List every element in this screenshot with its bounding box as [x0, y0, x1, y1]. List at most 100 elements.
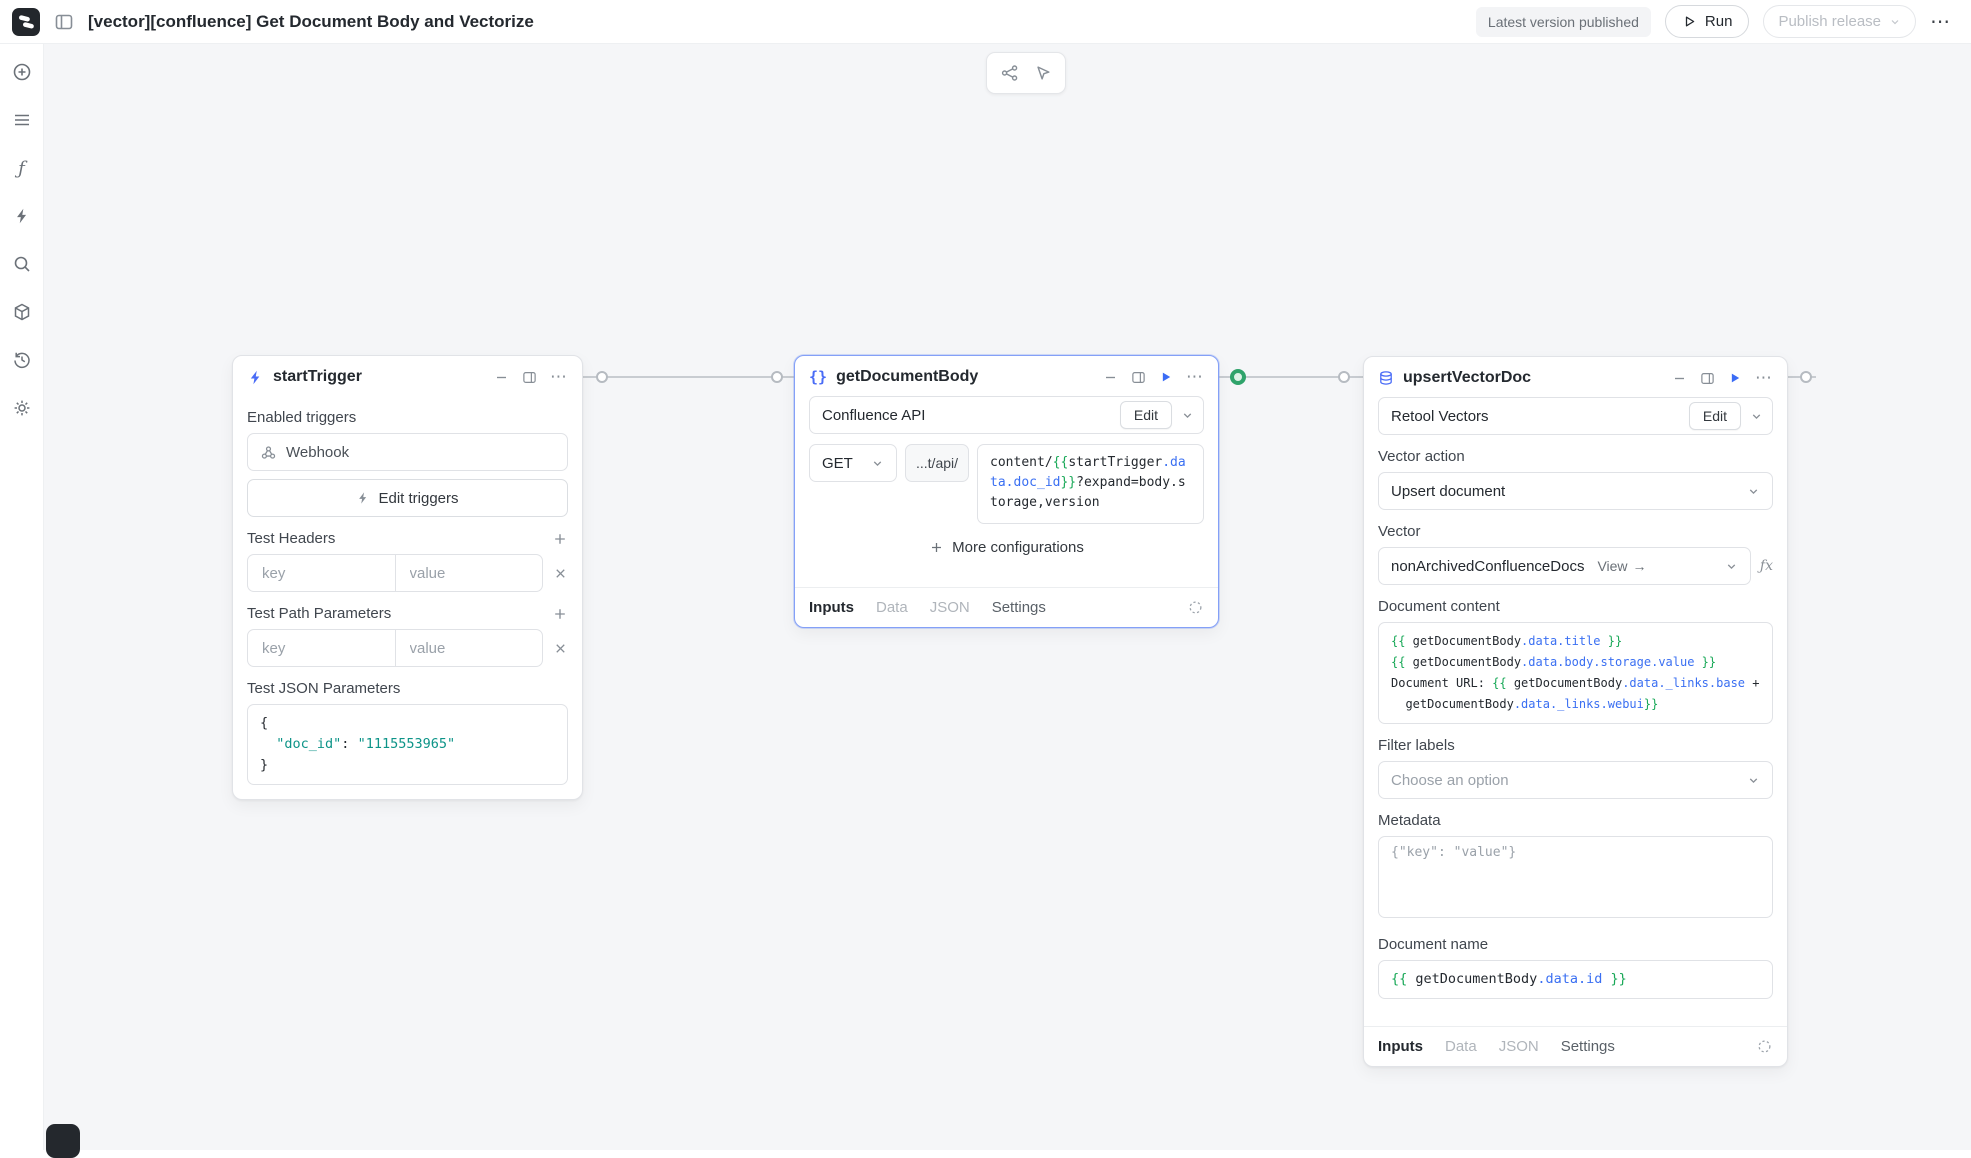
- chevron-down-icon: [871, 457, 884, 470]
- edit-triggers-button[interactable]: Edit triggers: [247, 479, 568, 517]
- topbar-more-icon[interactable]: ⋯: [1930, 9, 1951, 34]
- vector-action-select[interactable]: Upsert document: [1378, 472, 1773, 510]
- node-header[interactable]: {} getDocumentBody ⋯: [795, 356, 1218, 396]
- webhook-trigger-row[interactable]: Webhook: [247, 433, 568, 471]
- edit-resource-button[interactable]: Edit: [1120, 401, 1172, 429]
- open-panel-icon[interactable]: [1131, 370, 1146, 385]
- triggers-icon[interactable]: [10, 204, 34, 228]
- publish-release-button[interactable]: Publish release: [1763, 5, 1916, 38]
- node-header[interactable]: upsertVectorDoc ⋯: [1364, 357, 1787, 397]
- tab-json[interactable]: JSON: [930, 599, 970, 616]
- blocks-icon[interactable]: [10, 300, 34, 324]
- test-json-params-label: Test JSON Parameters: [247, 680, 568, 697]
- resource-select[interactable]: Retool Vectors Edit: [1378, 397, 1773, 435]
- node-more-icon[interactable]: ⋯: [1186, 367, 1204, 387]
- workflow-title: [vector][confluence] Get Document Body a…: [88, 12, 534, 32]
- test-json-editor[interactable]: { "doc_id": "1115553965"}: [247, 704, 568, 785]
- refresh-icon[interactable]: [1756, 1038, 1773, 1055]
- node-header[interactable]: startTrigger ⋯: [233, 356, 582, 396]
- tab-data[interactable]: Data: [1445, 1038, 1477, 1055]
- collapse-node-icon[interactable]: [494, 370, 509, 385]
- path-value-input[interactable]: [408, 639, 531, 658]
- open-panel-icon[interactable]: [522, 370, 537, 385]
- functions-icon[interactable]: ƒ: [10, 156, 34, 180]
- add-block-icon[interactable]: [10, 60, 34, 84]
- webhook-icon: [260, 444, 277, 461]
- document-content-label: Document content: [1378, 598, 1773, 615]
- chevron-down-icon: [1889, 16, 1901, 28]
- open-panel-icon[interactable]: [1700, 371, 1715, 386]
- workflow-canvas[interactable]: startTrigger ⋯ Enabled triggers Webhook …: [44, 44, 1971, 1150]
- tab-settings[interactable]: Settings: [992, 599, 1046, 616]
- document-name-label: Document name: [1378, 936, 1773, 953]
- edge-startTrigger-getDocumentBody[interactable]: [583, 376, 794, 378]
- port-getDocumentBody-success[interactable]: [1230, 369, 1246, 385]
- method-select[interactable]: GET: [809, 444, 897, 482]
- history-icon[interactable]: [10, 348, 34, 372]
- tab-data[interactable]: Data: [876, 599, 908, 616]
- add-path-param-icon[interactable]: [552, 606, 568, 622]
- vector-select[interactable]: nonArchivedConfluenceDocs View →: [1378, 547, 1751, 585]
- metadata-input[interactable]: [1378, 836, 1773, 918]
- retool-logo[interactable]: [12, 8, 40, 36]
- search-icon[interactable]: [10, 252, 34, 276]
- chevron-down-icon[interactable]: [1181, 409, 1194, 422]
- port-upsertVectorDoc-out[interactable]: [1800, 371, 1812, 383]
- test-path-param-row: [247, 629, 568, 667]
- version-badge: Latest version published: [1476, 7, 1651, 37]
- settings-icon[interactable]: [10, 396, 34, 420]
- node-title: upsertVectorDoc: [1403, 369, 1531, 387]
- workflow-tool-icon[interactable]: [1000, 63, 1020, 83]
- filter-labels-select[interactable]: Choose an option: [1378, 761, 1773, 799]
- tab-inputs[interactable]: Inputs: [1378, 1038, 1423, 1055]
- node-more-icon[interactable]: ⋯: [1755, 368, 1773, 388]
- menu-icon[interactable]: [10, 108, 34, 132]
- vectors-icon: [1378, 370, 1394, 386]
- run-node-icon[interactable]: [1159, 370, 1173, 384]
- tab-inputs[interactable]: Inputs: [809, 599, 854, 616]
- run-button[interactable]: Run: [1665, 5, 1750, 38]
- metadata-label: Metadata: [1378, 812, 1773, 829]
- vector-view-link[interactable]: View →: [1597, 558, 1646, 574]
- vector-action-label: Vector action: [1378, 448, 1773, 465]
- run-node-icon[interactable]: [1728, 371, 1742, 385]
- chevron-down-icon[interactable]: [1750, 410, 1763, 423]
- document-name-input[interactable]: {{ getDocumentBody.data.id }}: [1378, 960, 1773, 999]
- resource-select[interactable]: Confluence API Edit: [809, 396, 1204, 434]
- port-startTrigger-out[interactable]: [596, 371, 608, 383]
- header-value-input[interactable]: [408, 564, 531, 583]
- node-title: startTrigger: [273, 368, 362, 386]
- header-key-input[interactable]: [260, 564, 383, 583]
- remove-test-header-icon[interactable]: [553, 566, 568, 581]
- select-tool-icon[interactable]: [1034, 64, 1052, 82]
- tab-settings[interactable]: Settings: [1561, 1038, 1615, 1055]
- fx-icon[interactable]: ƒx: [1760, 558, 1773, 574]
- filter-labels-label: Filter labels: [1378, 737, 1773, 754]
- bolt-icon: [356, 491, 370, 505]
- port-upsertVectorDoc-in[interactable]: [1338, 371, 1350, 383]
- remove-path-param-icon[interactable]: [553, 641, 568, 656]
- node-startTrigger[interactable]: startTrigger ⋯ Enabled triggers Webhook …: [232, 355, 583, 800]
- method-value: GET: [822, 455, 853, 472]
- collapse-node-icon[interactable]: [1672, 371, 1687, 386]
- path-key-input[interactable]: [260, 639, 383, 658]
- edit-resource-button[interactable]: Edit: [1689, 402, 1741, 430]
- node-upsertVectorDoc[interactable]: upsertVectorDoc ⋯ Retool Vectors Edit Ve…: [1363, 356, 1788, 1067]
- test-header-row: [247, 554, 568, 592]
- plus-icon: [929, 540, 944, 555]
- publish-label: Publish release: [1778, 13, 1881, 30]
- port-getDocumentBody-in[interactable]: [771, 371, 783, 383]
- tab-json[interactable]: JSON: [1499, 1038, 1539, 1055]
- sidebar-toggle-icon[interactable]: [54, 12, 74, 32]
- node-getDocumentBody[interactable]: {} getDocumentBody ⋯ Confluence API Edit…: [794, 355, 1219, 628]
- canvas-corner-widget[interactable]: [46, 1124, 80, 1158]
- document-content-editor[interactable]: {{ getDocumentBody.data.title }}{{ getDo…: [1378, 622, 1773, 724]
- add-test-header-icon[interactable]: [552, 531, 568, 547]
- url-editor[interactable]: content/{{startTrigger.data.doc_id}}?exp…: [977, 444, 1204, 524]
- collapse-node-icon[interactable]: [1103, 370, 1118, 385]
- more-configurations-button[interactable]: More configurations: [809, 524, 1204, 560]
- webhook-label: Webhook: [286, 444, 349, 461]
- refresh-icon[interactable]: [1187, 599, 1204, 616]
- chevron-down-icon: [1747, 485, 1760, 498]
- node-more-icon[interactable]: ⋯: [550, 367, 568, 387]
